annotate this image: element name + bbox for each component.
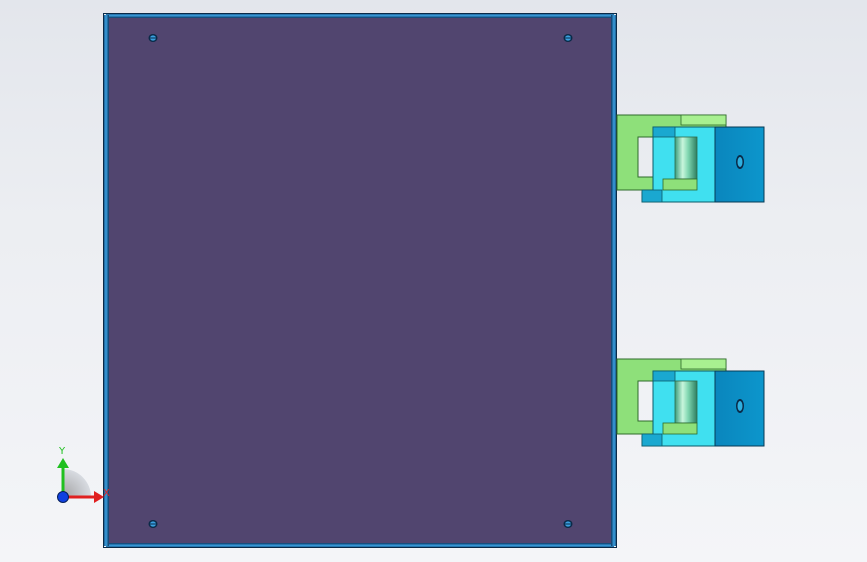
- hinge-pin: [674, 380, 698, 424]
- hinge-cyan-foot: [641, 433, 663, 447]
- x-axis-label: X: [103, 488, 110, 499]
- hinge-assembly-bottom[interactable]: [616, 358, 765, 447]
- hinge-green-top-lip: [680, 114, 727, 126]
- hinge-cyan-foot: [641, 189, 663, 203]
- screw-hole-top-left[interactable]: [148, 34, 158, 42]
- hinge-green-bottom: [662, 422, 698, 435]
- hinge-pin: [674, 136, 698, 180]
- coordinate-triad[interactable]: Y X: [57, 446, 110, 503]
- base-plate[interactable]: [103, 13, 617, 548]
- graphics-viewport[interactable]: Y X: [0, 0, 867, 562]
- plate-face: [106, 15, 614, 546]
- y-axis-arrow-icon: [57, 458, 69, 468]
- hinge-assembly-top[interactable]: [616, 114, 765, 203]
- screw-hole-bottom-right[interactable]: [563, 520, 573, 528]
- hinge-cyan-inner: [652, 126, 676, 138]
- screw-hole-bottom-left[interactable]: [148, 520, 158, 528]
- hinge-green-top-lip: [680, 358, 727, 370]
- y-axis-label: Y: [58, 446, 66, 457]
- model-scene[interactable]: Y X: [0, 0, 867, 562]
- screw-hole-top-right[interactable]: [563, 34, 573, 42]
- hinge-cyan-inner: [652, 370, 676, 382]
- z-axis-origin-icon: [57, 491, 69, 503]
- hinge-green-bottom: [662, 178, 698, 191]
